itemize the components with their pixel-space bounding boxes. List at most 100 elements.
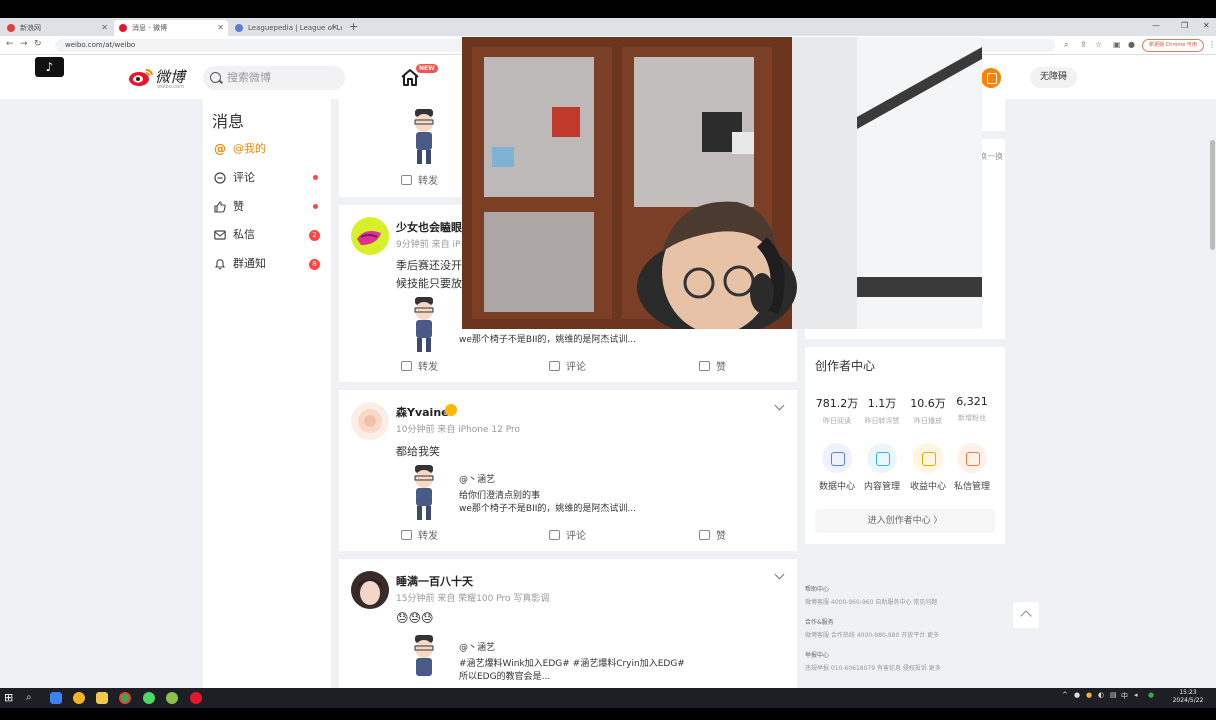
search-icon[interactable]: ⌕ bbox=[26, 692, 38, 704]
sidebar-item-direct-messages[interactable]: 私信 2 bbox=[214, 225, 322, 245]
network-icon[interactable]: ▤ bbox=[1110, 691, 1117, 699]
app-icon[interactable] bbox=[50, 692, 62, 704]
sidebar-icon[interactable]: ▣ bbox=[1113, 40, 1121, 49]
comment-button[interactable]: 评论 bbox=[549, 530, 586, 544]
switch-batch-link[interactable]: 换一换 bbox=[979, 151, 1003, 162]
repost-label: 转发 bbox=[418, 531, 438, 542]
post-username[interactable]: 睡满一百八十天 bbox=[396, 573, 473, 589]
avatar[interactable] bbox=[351, 571, 389, 609]
page-scrollbar[interactable] bbox=[1210, 140, 1215, 250]
tab-title: 消息 - 微博 bbox=[132, 24, 167, 32]
sidebar-item-comments[interactable]: 评论 bbox=[214, 168, 322, 188]
earnings-center-button[interactable]: 收益中心 bbox=[903, 443, 953, 492]
enter-creator-center-button[interactable]: 进入创作者中心 〉 bbox=[815, 509, 995, 533]
chevron-down-icon[interactable] bbox=[774, 400, 785, 411]
browser-tab[interactable]: Leaguepedia | League of Leg... ✕ bbox=[230, 20, 342, 36]
footer-help: 帮助中心 微博客服 4000-960-960 自助服务中心 常见问题 bbox=[805, 584, 937, 606]
quoted-text-line: 所以EDG的教官会是... bbox=[459, 672, 551, 682]
chevron-down-icon[interactable] bbox=[774, 569, 785, 580]
ime-indicator[interactable]: 中 bbox=[1121, 691, 1128, 701]
browser-tab[interactable]: 新浪网 ✕ bbox=[2, 20, 112, 36]
new-tab-button[interactable]: + bbox=[349, 18, 358, 36]
stat-yesterday-reads[interactable]: 781.2万 昨日阅读 bbox=[812, 395, 862, 426]
footer-links[interactable]: 微博客服 4000-960-960 自助服务中心 常见问题 bbox=[805, 597, 937, 606]
like-button[interactable]: 赞 bbox=[699, 361, 726, 375]
tab-close-icon[interactable]: ✕ bbox=[101, 20, 108, 36]
like-icon bbox=[214, 201, 226, 213]
post-text-line: 季后赛还没开 bbox=[396, 259, 462, 272]
footer-links[interactable]: 违规举报 010-60618079 有害信息 侵权投诉 更多 bbox=[805, 663, 941, 672]
post-meta: 15分钟前 来自 荣耀100 Pro 写真影调 bbox=[396, 594, 550, 604]
letterbox-top bbox=[0, 0, 1216, 18]
tray-app-icon[interactable]: ◐ bbox=[1098, 691, 1104, 699]
app-icon[interactable] bbox=[166, 692, 178, 704]
quoted-username[interactable]: @丶涵艺 bbox=[459, 642, 495, 655]
stat-new-followers[interactable]: 6,321 新增粉丝 bbox=[947, 395, 997, 423]
quoted-username[interactable]: @丶涵艺 bbox=[459, 474, 495, 487]
search-input[interactable]: 搜索微博 bbox=[203, 66, 345, 90]
repost-button[interactable]: 转发 bbox=[401, 175, 438, 189]
menu-icon[interactable]: ⋮ bbox=[1208, 40, 1216, 49]
forward-icon[interactable]: → bbox=[20, 39, 28, 49]
volume-icon[interactable]: ◂ bbox=[1134, 691, 1138, 699]
post-username[interactable]: 森Yvaine bbox=[396, 404, 449, 420]
file-explorer-icon[interactable] bbox=[96, 692, 108, 704]
close-window-icon[interactable]: ✕ bbox=[1203, 18, 1210, 34]
zoom-icon[interactable]: ⌕ bbox=[1064, 40, 1068, 50]
sidebar-item-mentions[interactable]: @ @我的 bbox=[214, 139, 322, 159]
tab-close-icon[interactable]: ✕ bbox=[217, 20, 224, 36]
repost-button[interactable]: 转发 bbox=[401, 530, 438, 544]
maximize-window-icon[interactable]: ❐ bbox=[1181, 18, 1188, 34]
accessibility-label: 无障碍 bbox=[1039, 72, 1067, 82]
profile-icon[interactable]: ● bbox=[1128, 40, 1135, 49]
stat-value: 10.6万 bbox=[910, 397, 946, 410]
back-icon[interactable]: ← bbox=[6, 39, 14, 49]
chrome-icon[interactable] bbox=[119, 692, 131, 704]
bookmark-star-icon[interactable]: ☆ bbox=[1095, 40, 1102, 49]
mic-icon[interactable]: ● bbox=[1074, 691, 1080, 699]
sidebar-item-label: @我的 bbox=[233, 142, 266, 155]
back-to-top-button[interactable] bbox=[1013, 602, 1039, 628]
repost-button[interactable]: 转发 bbox=[401, 361, 438, 375]
tray-chevron-icon[interactable]: ^ bbox=[1062, 691, 1068, 699]
compose-icon[interactable] bbox=[981, 68, 1001, 88]
chrome-update-chip[interactable]: 新更版 Chrome 可用 bbox=[1142, 39, 1204, 52]
sidebar-item-label: 评论 bbox=[233, 171, 255, 184]
logo-subtext: weibo.com bbox=[157, 84, 184, 90]
tray-app-icon[interactable]: ● bbox=[1086, 691, 1092, 699]
like-icon bbox=[699, 530, 710, 540]
reload-icon[interactable]: ↻ bbox=[34, 39, 42, 49]
taskbar-clock[interactable]: 15:23 2024/5/22 bbox=[1168, 689, 1208, 705]
tool-label: 私信管理 bbox=[953, 482, 990, 492]
browser-tab-active[interactable]: 消息 - 微博 ✕ bbox=[114, 20, 228, 36]
tray-app-icon[interactable]: ● bbox=[1148, 691, 1154, 699]
like-button[interactable]: 赞 bbox=[699, 530, 726, 544]
data-center-button[interactable]: 数据中心 bbox=[812, 443, 862, 492]
avatar[interactable] bbox=[351, 402, 389, 440]
windows-start-icon[interactable]: ⊞ bbox=[4, 692, 16, 704]
avatar[interactable] bbox=[351, 217, 389, 255]
sidebar-item-group-notices[interactable]: 群通知 8 bbox=[214, 254, 322, 274]
weibo-app-icon[interactable] bbox=[190, 692, 202, 704]
tool-label: 数据中心 bbox=[818, 482, 855, 492]
post-meta: 10分钟前 来自 iPhone 12 Pro bbox=[396, 425, 521, 435]
content-manage-button[interactable]: 内容管理 bbox=[857, 443, 907, 492]
post-emoji-line: 😓😓😓 bbox=[396, 611, 434, 625]
share-icon[interactable]: ⇪ bbox=[1080, 40, 1087, 49]
weibo-logo[interactable]: 微博 weibo.com bbox=[128, 65, 198, 91]
sidebar-item-likes[interactable]: 赞 bbox=[214, 197, 322, 217]
comment-button[interactable]: 评论 bbox=[549, 361, 586, 375]
stat-yesterday-plays[interactable]: 10.6万 昨日播放 bbox=[903, 395, 953, 426]
app-icon[interactable] bbox=[73, 692, 85, 704]
stat-yesterday-interactions[interactable]: 1.1万 昨日转评赞 bbox=[857, 395, 907, 426]
app-icon[interactable] bbox=[143, 692, 155, 704]
dm-manage-button[interactable]: 私信管理 bbox=[947, 443, 997, 492]
tab-close-icon[interactable]: ✕ bbox=[331, 20, 338, 36]
chibi-sticker-icon bbox=[414, 109, 434, 164]
comment-icon bbox=[214, 172, 226, 184]
footer-links[interactable]: 微博客服 合作热线 4000-980-980 开放平台 更多 bbox=[805, 630, 939, 639]
tab-title: 新浪网 bbox=[20, 24, 41, 32]
accessibility-button[interactable]: 无障碍 bbox=[1030, 67, 1077, 88]
post-username[interactable]: 少女也会瞌眼 bbox=[396, 219, 462, 235]
minimize-window-icon[interactable]: — bbox=[1152, 18, 1160, 34]
